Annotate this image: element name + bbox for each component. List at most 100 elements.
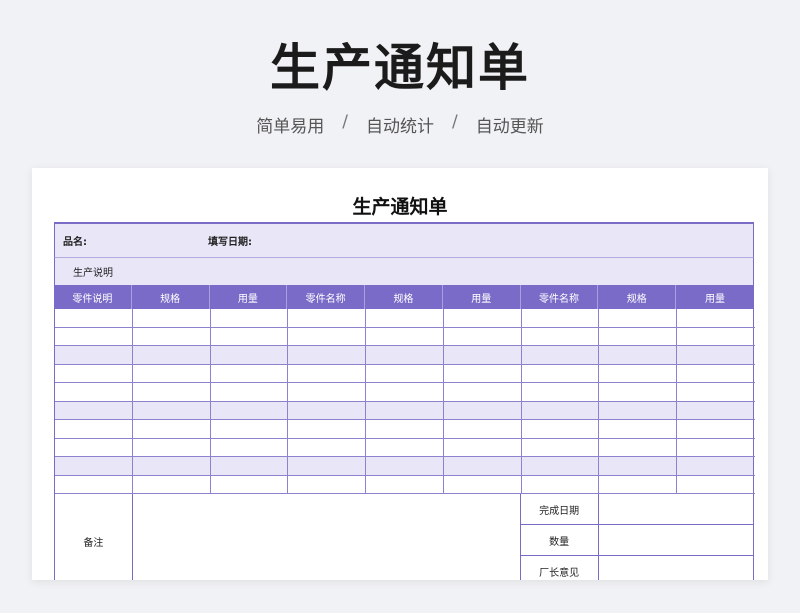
table-cell[interactable] — [288, 457, 367, 476]
table-cell[interactable] — [55, 383, 133, 402]
table-cell[interactable] — [677, 365, 755, 383]
table-cell[interactable] — [677, 402, 755, 420]
table-cell[interactable] — [599, 309, 678, 328]
table-cell[interactable] — [55, 309, 133, 328]
table-cell[interactable] — [132, 401, 211, 420]
table-cell[interactable] — [55, 438, 133, 457]
table-cell[interactable] — [210, 346, 289, 365]
table-cell[interactable] — [288, 346, 367, 365]
table-cell[interactable] — [599, 438, 678, 457]
table-cell[interactable] — [599, 346, 678, 365]
table-cell[interactable] — [521, 346, 600, 365]
table-cell[interactable] — [599, 327, 678, 346]
table-cell[interactable] — [288, 475, 367, 494]
table-cell[interactable] — [55, 327, 133, 346]
table-cell[interactable] — [366, 475, 444, 494]
table-cell[interactable] — [521, 401, 600, 420]
table-cell[interactable] — [521, 327, 600, 346]
table-cell[interactable] — [599, 475, 678, 494]
table-cell[interactable] — [288, 327, 367, 346]
table-cell[interactable] — [599, 401, 678, 420]
table-cell[interactable] — [288, 401, 367, 420]
table-cell[interactable] — [132, 346, 211, 365]
tag-separator: / — [452, 112, 458, 132]
table-cell[interactable] — [132, 364, 211, 383]
table-cell[interactable] — [288, 309, 367, 328]
table-cell[interactable] — [210, 401, 289, 420]
table-cell[interactable] — [132, 457, 211, 476]
column-header: 规格 — [365, 285, 443, 309]
table-cell[interactable] — [599, 420, 678, 439]
table-cell[interactable] — [443, 475, 522, 494]
table-cell[interactable] — [132, 475, 211, 494]
table-cell[interactable] — [132, 309, 211, 328]
table-cell[interactable] — [132, 383, 211, 402]
table-cell[interactable] — [677, 457, 755, 476]
table-cell[interactable] — [521, 383, 600, 402]
table-cell[interactable] — [288, 420, 367, 439]
table-cell[interactable] — [521, 309, 600, 328]
table-cell[interactable] — [210, 383, 289, 402]
table-cell[interactable] — [521, 420, 600, 439]
table-cell[interactable] — [521, 457, 600, 476]
table-cell[interactable] — [210, 364, 289, 383]
table-cell[interactable] — [132, 327, 211, 346]
table-cell[interactable] — [366, 401, 444, 420]
table-cell[interactable] — [132, 438, 211, 457]
table-cell[interactable] — [443, 438, 522, 457]
table-cell[interactable] — [443, 364, 522, 383]
table-cell[interactable] — [521, 364, 600, 383]
table-cell[interactable] — [55, 420, 133, 439]
table-cell[interactable] — [55, 401, 133, 420]
table-cell[interactable] — [366, 327, 444, 346]
table-cell[interactable] — [210, 309, 289, 328]
table-cell[interactable] — [443, 346, 522, 365]
table-cell[interactable] — [599, 457, 678, 476]
table-cell[interactable] — [366, 309, 444, 328]
table-cell[interactable] — [521, 438, 600, 457]
table-cell[interactable] — [443, 401, 522, 420]
quantity-field[interactable] — [599, 525, 753, 555]
completion-date-field[interactable] — [599, 494, 753, 524]
table-cell[interactable] — [366, 420, 444, 439]
table-cell[interactable] — [677, 383, 755, 402]
table-cell[interactable] — [288, 383, 367, 402]
table-cell[interactable] — [366, 346, 444, 365]
table-cell[interactable] — [677, 420, 755, 439]
remarks-field[interactable] — [133, 494, 521, 580]
table-cell[interactable] — [366, 457, 444, 476]
table-cell[interactable] — [443, 309, 522, 328]
table-cell[interactable] — [677, 476, 755, 494]
table-cell[interactable] — [521, 475, 600, 494]
table-cell[interactable] — [599, 364, 678, 383]
table-cell[interactable] — [677, 439, 755, 457]
table-cell[interactable] — [366, 364, 444, 383]
table-cell[interactable] — [210, 457, 289, 476]
table-cell[interactable] — [210, 438, 289, 457]
table-cell[interactable] — [443, 383, 522, 402]
table-cell[interactable] — [443, 457, 522, 476]
product-name-label: 品名: — [63, 237, 87, 248]
table-header: 零件说明 规格 用量 零件名称 规格 用量 零件名称 规格 用量 — [54, 285, 754, 309]
table-cell[interactable] — [55, 457, 133, 476]
table-cell[interactable] — [366, 438, 444, 457]
table-cell[interactable] — [210, 475, 289, 494]
table-cell[interactable] — [677, 346, 755, 365]
table-cell[interactable] — [288, 364, 367, 383]
table-cell[interactable] — [599, 383, 678, 402]
info-row: 品名: 填写日期: — [54, 224, 754, 258]
table-cell[interactable] — [210, 327, 289, 346]
table-cell[interactable] — [288, 438, 367, 457]
table-cell[interactable] — [132, 420, 211, 439]
table-cell[interactable] — [55, 364, 133, 383]
table-cell[interactable] — [210, 420, 289, 439]
manager-opinion-field[interactable] — [599, 556, 753, 580]
column-header: 零件说明 — [54, 285, 132, 309]
table-cell[interactable] — [55, 346, 133, 365]
table-cell[interactable] — [443, 327, 522, 346]
table-cell[interactable] — [366, 383, 444, 402]
table-cell[interactable] — [55, 475, 133, 494]
table-cell[interactable] — [677, 309, 755, 328]
table-cell[interactable] — [677, 328, 755, 346]
table-cell[interactable] — [443, 420, 522, 439]
